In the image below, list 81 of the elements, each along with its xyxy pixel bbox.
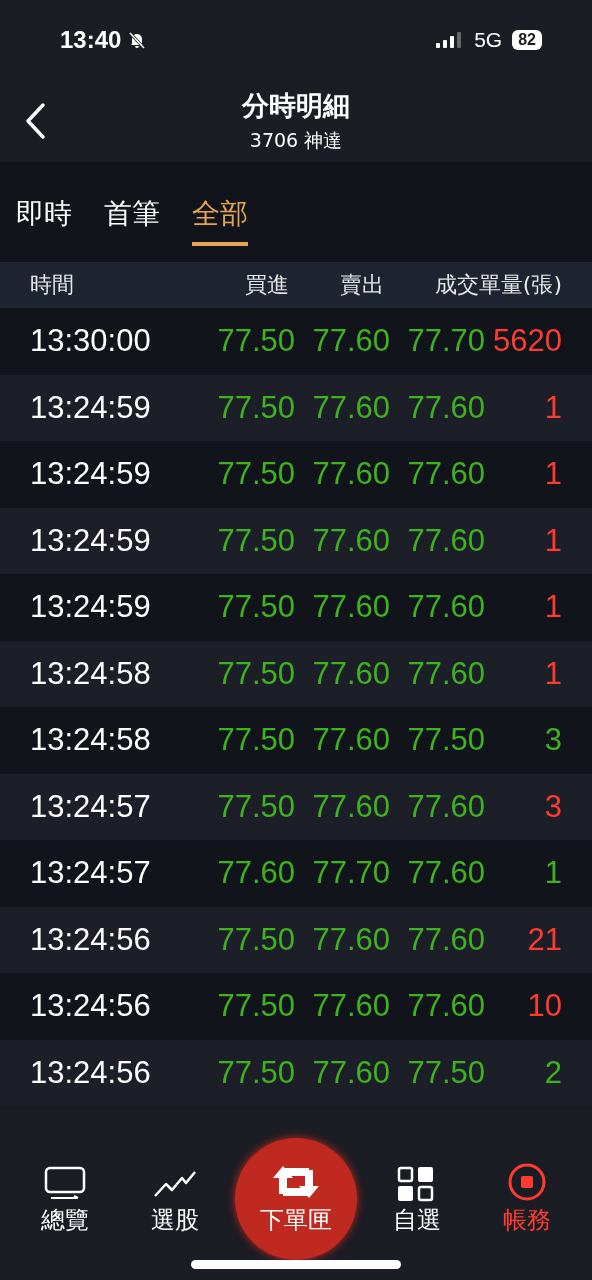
volume-cell-text: 1 xyxy=(543,456,562,493)
nav-item[interactable]: 自選 xyxy=(367,1166,467,1248)
price-cell-text: 77.60 xyxy=(406,456,485,493)
bid-cell-text: 77.50 xyxy=(216,1054,295,1091)
price-cell-text: 77.70 xyxy=(406,323,485,360)
volume-cell-text: 1 xyxy=(543,389,562,426)
bid-cell-text: 77.60 xyxy=(216,855,295,892)
bid-cell-text: 77.50 xyxy=(216,921,295,958)
ask-cell-text: 77.60 xyxy=(311,722,390,759)
bid-cell-text: 77.50 xyxy=(216,389,295,426)
bid-cell-text: 77.50 xyxy=(216,456,295,493)
time-cell-text: 13:24:57 xyxy=(30,788,152,825)
bid-cell-text: 77.50 xyxy=(216,722,295,759)
bid-cell-text: 77.50 xyxy=(216,589,295,626)
volume-cell-text: 1 xyxy=(543,589,562,626)
ask-cell-text: 77.60 xyxy=(311,655,390,692)
volume-cell-text: 2 xyxy=(543,1054,562,1091)
time-cell-text: 13:24:59 xyxy=(30,522,152,559)
time-cell-text: 13:24:58 xyxy=(30,722,152,759)
price-cell-text: 77.50 xyxy=(406,722,485,759)
nav-item[interactable]: 下單匣 xyxy=(235,1138,357,1260)
time-cell-text: 13:24:59 xyxy=(30,456,152,493)
bid-cell-text: 77.50 xyxy=(216,655,295,692)
ask-cell-text: 77.60 xyxy=(311,988,390,1025)
time-cell-text: 13:30:00 xyxy=(30,323,152,360)
volume-cell-text: 10 xyxy=(526,988,562,1025)
time-cell-text: 13:24:59 xyxy=(30,589,152,626)
ask-cell-text: 77.70 xyxy=(311,855,390,892)
nav-item[interactable]: 總覽 xyxy=(15,1166,115,1248)
stop-circle-icon xyxy=(507,1162,547,1202)
column-header: 成交單量(張) xyxy=(433,271,562,299)
price-cell-text: 77.60 xyxy=(406,921,485,958)
time-cell-text: 13:24:58 xyxy=(30,655,152,692)
volume-cell-text: 1 xyxy=(543,855,562,892)
volume-cell-text: 1 xyxy=(543,655,562,692)
bid-cell-text: 77.50 xyxy=(216,788,295,825)
volume-cell-text: 3 xyxy=(543,788,562,825)
nav-item[interactable]: 帳務 xyxy=(477,1162,577,1248)
tab[interactable]: 全部 xyxy=(192,162,248,246)
ask-cell-text: 77.60 xyxy=(311,1054,390,1091)
price-cell-text: 77.60 xyxy=(406,389,485,426)
ask-cell-text: 77.60 xyxy=(311,389,390,426)
time-cell-text: 13:24:56 xyxy=(30,921,152,958)
battery-indicator: 82 xyxy=(512,30,542,50)
price-cell-text: 77.60 xyxy=(406,788,485,825)
bid-cell-text: 77.50 xyxy=(216,988,295,1025)
time-cell-text: 13:24:57 xyxy=(30,855,152,892)
ask-cell-text: 77.60 xyxy=(311,589,390,626)
ask-cell-text: 77.60 xyxy=(311,921,390,958)
volume-cell-text: 3 xyxy=(543,722,562,759)
monitor-icon xyxy=(43,1166,87,1202)
time-cell-text: 13:24:56 xyxy=(30,1054,152,1091)
volume-cell-text: 5620 xyxy=(492,323,562,360)
tab[interactable]: 即時 xyxy=(16,162,72,246)
status-time: 13:40 xyxy=(60,26,122,54)
volume-cell-text: 1 xyxy=(543,522,562,559)
bid-cell-text: 77.50 xyxy=(216,522,295,559)
page-title: 分時明細 xyxy=(242,89,350,123)
ask-cell-text: 77.60 xyxy=(311,323,390,360)
nav-item[interactable]: 選股 xyxy=(125,1166,225,1248)
ask-cell-text: 77.60 xyxy=(311,522,390,559)
price-cell-text: 77.60 xyxy=(406,522,485,559)
network-label: 5G xyxy=(474,28,503,52)
price-cell-text: 77.60 xyxy=(406,589,485,626)
price-cell-text: 77.60 xyxy=(406,855,485,892)
price-cell-text: 77.50 xyxy=(406,1054,485,1091)
volume-cell-text: 21 xyxy=(526,921,562,958)
column-header: 賣出 xyxy=(339,271,385,299)
back-icon[interactable] xyxy=(24,102,46,140)
ask-cell-text: 77.60 xyxy=(311,788,390,825)
bid-cell-text: 77.50 xyxy=(216,323,295,360)
column-header: 時間 xyxy=(30,271,75,299)
price-cell-text: 77.60 xyxy=(406,988,485,1025)
time-cell-text: 13:24:56 xyxy=(30,988,152,1025)
price-cell-text: 77.60 xyxy=(406,655,485,692)
muted-bell-icon xyxy=(127,30,148,50)
stock-subtitle: 3706 神達 xyxy=(249,128,343,153)
ask-cell-text: 77.60 xyxy=(311,456,390,493)
time-cell-text: 13:24:59 xyxy=(30,389,152,426)
tab[interactable]: 首筆 xyxy=(104,162,160,246)
column-header: 買進 xyxy=(244,271,290,299)
